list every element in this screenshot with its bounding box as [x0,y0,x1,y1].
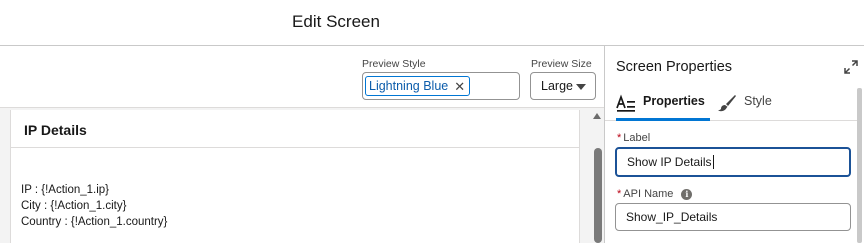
page-title: Edit Screen [292,12,380,31]
label-input-value: Show IP Details [627,155,712,169]
screen-properties-panel: Screen Properties Properties Style * Lab… [605,46,864,243]
preview-size-label: Preview Size [531,58,592,70]
display-text-line: City : {!Action_1.city} [21,200,127,212]
preview-toolbar: Preview Style Lightning Blue ✕ Preview S… [0,46,604,108]
scroll-up-arrow-icon[interactable] [593,113,601,119]
chevron-down-icon [576,84,586,90]
screen-title: IP Details [24,122,87,138]
close-icon[interactable]: ✕ [454,80,465,93]
panel-tabs: Properties Style [605,86,860,121]
preview-style-pill[interactable]: Lightning Blue ✕ [365,76,471,96]
preview-style-pill-label: Lightning Blue [369,79,449,93]
panel-scrollbar[interactable] [857,88,862,243]
preview-size-select[interactable]: Large [530,72,596,100]
expand-icon[interactable] [844,60,858,74]
properties-icon [616,94,635,112]
display-text-line: IP : {!Action_1.ip} [21,184,110,196]
display-text-line: Country : {!Action_1.country} [21,216,168,228]
tab-style-label: Style [744,94,772,108]
editor-header: Edit Screen [0,0,864,46]
required-indicator: * [617,132,622,144]
label-field-label: * Label [617,132,650,144]
tab-properties-label: Properties [643,94,705,108]
label-field-text: Label [623,132,651,144]
info-icon[interactable]: i [681,188,693,200]
screen-canvas: Preview Style Lightning Blue ✕ Preview S… [0,46,604,243]
display-text-component[interactable]: IP : {!Action_1.ip} City : {!Action_1.ci… [21,182,167,230]
scrollbar-thumb[interactable] [594,148,602,243]
screen-preview-card[interactable]: IP Details IP : {!Action_1.ip} City : {!… [10,110,580,243]
label-input[interactable]: Show IP Details [615,147,851,177]
preview-style-label: Preview Style [362,58,426,70]
tab-properties[interactable]: Properties [616,94,710,121]
preview-size-value: Large [541,79,573,93]
canvas-scrollbar[interactable] [590,108,604,243]
panel-title: Screen Properties [616,59,733,75]
api-name-input[interactable]: Show_IP_Details [615,203,851,231]
required-indicator: * [617,188,622,200]
screen-header: IP Details [11,110,579,148]
api-name-field-label: * API Name i [617,188,693,200]
preview-style-combobox[interactable]: Lightning Blue ✕ [362,72,520,100]
api-name-field-text: API Name [623,188,674,200]
api-name-input-value: Show_IP_Details [626,210,718,224]
tab-style[interactable]: Style [717,94,772,119]
paintbrush-icon [718,95,736,112]
text-cursor [712,155,714,169]
